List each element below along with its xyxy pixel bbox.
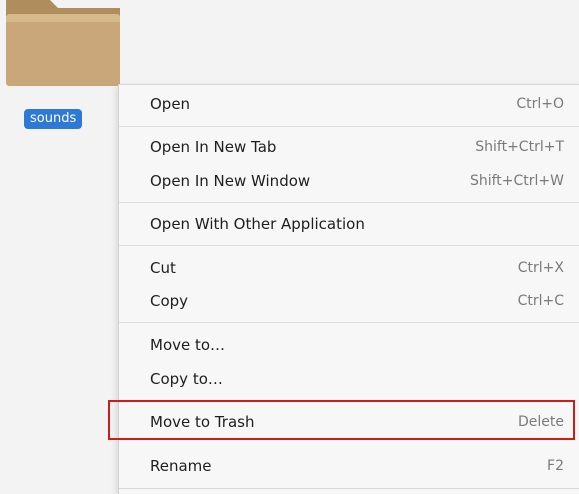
menu-item-move-to[interactable]: Move to… — [119, 328, 579, 362]
menu-item-shortcut: Ctrl+O — [516, 96, 564, 112]
menu-item-shortcut: Shift+Ctrl+W — [469, 173, 564, 189]
menu-item-rename[interactable]: Rename F2 — [119, 449, 579, 483]
menu-item-label: Open With Other Application — [150, 215, 365, 233]
menu-separator — [119, 202, 579, 203]
folder-icon[interactable] — [4, 0, 122, 90]
file-name-label[interactable]: sounds — [24, 109, 83, 129]
menu-separator — [119, 245, 579, 246]
menu-item-label: Rename — [150, 457, 212, 475]
menu-item-shortcut: Ctrl+X — [517, 260, 564, 276]
menu-item-label: Open In New Window — [150, 172, 311, 190]
menu-item-copy-to[interactable]: Copy to… — [119, 362, 579, 396]
menu-item-shortcut: Shift+Ctrl+T — [475, 139, 564, 155]
menu-item-label: Open — [150, 95, 191, 113]
menu-item-copy[interactable]: Copy Ctrl+C — [119, 284, 579, 318]
menu-item-open-with-other-application[interactable]: Open With Other Application — [119, 207, 579, 241]
menu-separator — [119, 322, 579, 323]
menu-item-label: Open In New Tab — [150, 138, 277, 156]
menu-item-label: Copy to… — [150, 370, 223, 388]
menu-separator — [119, 126, 579, 127]
menu-item-shortcut: Ctrl+C — [517, 293, 564, 309]
menu-item-label: Cut — [150, 259, 176, 277]
menu-item-shortcut: F2 — [547, 458, 564, 474]
menu-item-label: Copy — [150, 292, 189, 310]
menu-item-label: Move to… — [150, 336, 226, 354]
move-to-trash-highlight-box — [108, 400, 575, 440]
menu-item-cut[interactable]: Cut Ctrl+X — [119, 251, 579, 285]
menu-bottom-edge — [119, 488, 579, 489]
menu-item-open-in-new-window[interactable]: Open In New Window Shift+Ctrl+W — [119, 164, 579, 198]
menu-item-open-in-new-tab[interactable]: Open In New Tab Shift+Ctrl+T — [119, 130, 579, 164]
menu-item-open[interactable]: Open Ctrl+O — [119, 87, 579, 121]
